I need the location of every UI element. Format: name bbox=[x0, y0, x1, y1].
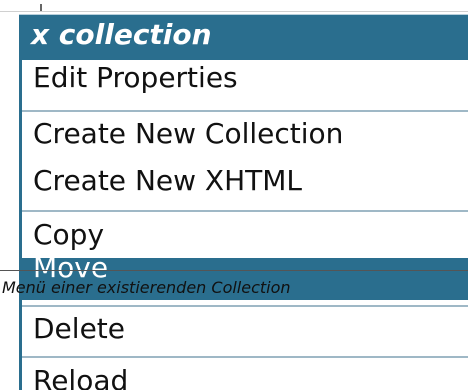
menu-header: x collection bbox=[19, 14, 468, 60]
top-edge bbox=[0, 0, 468, 12]
context-menu-screenshot: x collection Edit Properties Create New … bbox=[0, 0, 468, 390]
menu-divider bbox=[22, 305, 468, 307]
tick-mark bbox=[40, 4, 42, 11]
menu-left-border bbox=[19, 14, 22, 390]
figure-caption: Menü einer existierenden Collection bbox=[2, 278, 291, 297]
menu-item-reload[interactable]: Reload bbox=[33, 364, 128, 390]
menu-divider bbox=[22, 210, 468, 212]
caption-rule bbox=[0, 270, 468, 271]
menu-item-create-new-xhtml[interactable]: Create New XHTML bbox=[33, 164, 302, 197]
menu-title: x collection bbox=[31, 18, 212, 51]
menu-item-edit-properties[interactable]: Edit Properties bbox=[33, 61, 238, 94]
menu-divider bbox=[22, 356, 468, 358]
menu-divider bbox=[22, 110, 468, 112]
menu-item-delete[interactable]: Delete bbox=[33, 312, 125, 345]
menu-item-copy[interactable]: Copy bbox=[33, 218, 104, 251]
menu-item-create-new-collection[interactable]: Create New Collection bbox=[33, 117, 343, 150]
